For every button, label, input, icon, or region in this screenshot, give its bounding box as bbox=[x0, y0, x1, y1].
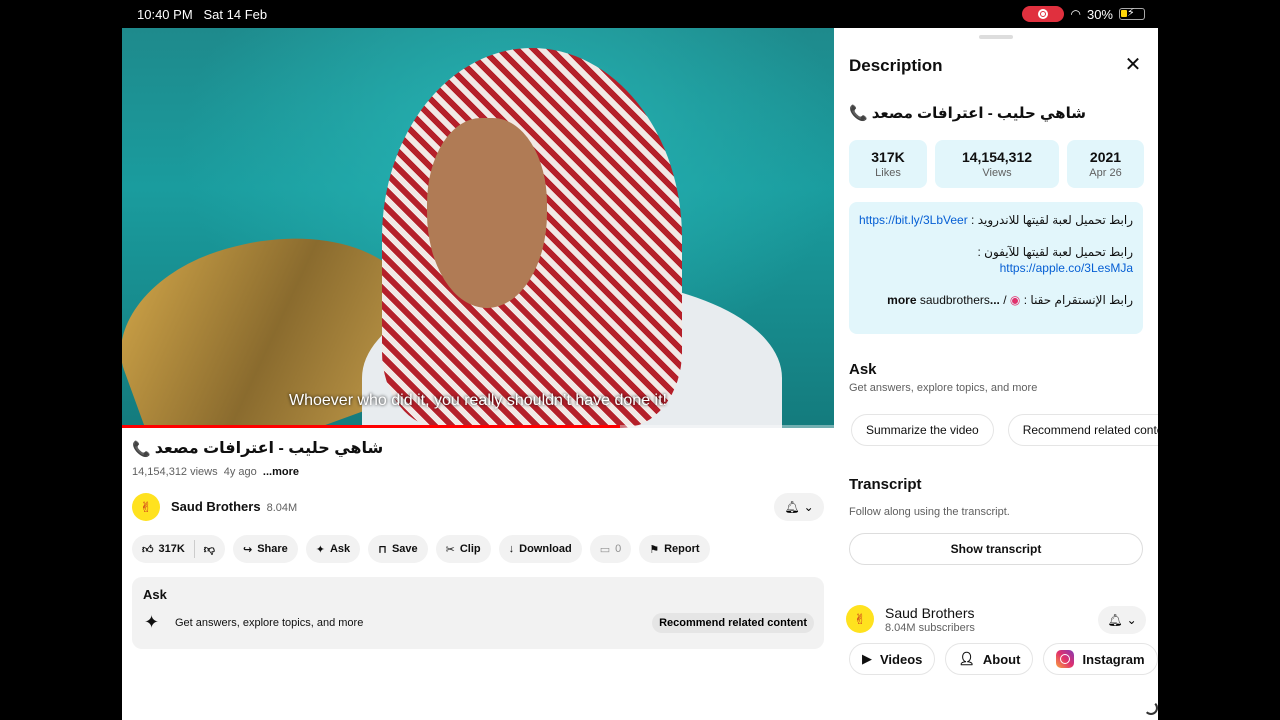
panel-notifications-button[interactable]: 🔔︎ ⌄ bbox=[1098, 606, 1146, 634]
instagram-handle[interactable]: saudbrothers bbox=[920, 293, 990, 307]
ask-card[interactable]: Ask ✦ Get answers, explore topics, and m… bbox=[132, 577, 824, 649]
video-info: 📞 شاهي حليب - اعترافات مصعد 14,154,312 v… bbox=[132, 438, 832, 478]
video-title: شاهي حليب - اعترافات مصعد bbox=[154, 440, 384, 457]
action-bar: 👍︎ 317K 👎︎ ↪ Share ✦ Ask ⊓ Save ✂ Clip ↓ Down… bbox=[132, 535, 710, 563]
stat-likes: 317K Likes bbox=[849, 140, 927, 188]
channel-avatar[interactable]: ✌ bbox=[846, 605, 874, 633]
scissors-icon: ✂ bbox=[445, 543, 455, 556]
share-icon: ↪ bbox=[242, 543, 253, 556]
panel-channel-name[interactable]: Saud Brothers bbox=[885, 605, 975, 621]
wifi-icon: ◠ bbox=[1070, 7, 1081, 21]
stat-views: 14,154,312 Views bbox=[935, 140, 1059, 188]
loading-spinner-icon bbox=[1144, 701, 1158, 715]
about-button[interactable]: 👤︎ About bbox=[945, 643, 1034, 675]
comments-button[interactable]: ▭ 0 bbox=[589, 535, 632, 563]
status-time: 10:40 PM Sat 14 Feb bbox=[137, 7, 268, 22]
channel-links: ▶ Videos 👤︎ About Instagram bbox=[849, 643, 1158, 675]
more-link[interactable]: ...more bbox=[263, 466, 299, 478]
panel-video-title: 📞 شاهي حليب - اعترافات مصعد bbox=[849, 105, 1086, 122]
like-count[interactable]: 317K bbox=[159, 543, 185, 555]
dislike-icon[interactable]: 👎︎ bbox=[204, 543, 215, 556]
panel-channel-subs: 8.04M subscribers bbox=[885, 622, 975, 634]
report-button[interactable]: ⚑ Report bbox=[639, 535, 710, 563]
instagram-button[interactable]: Instagram bbox=[1043, 643, 1158, 675]
notifications-button[interactable]: 🔔︎ ⌄ bbox=[774, 493, 824, 521]
download-icon: ↓ bbox=[508, 543, 515, 555]
ask-subtitle: Get answers, explore topics, and more bbox=[849, 382, 1038, 394]
battery-percent: 30% bbox=[1086, 6, 1113, 22]
clip-button[interactable]: ✂ Clip bbox=[435, 535, 491, 563]
person-icon: 👤︎ bbox=[958, 651, 975, 666]
videos-button[interactable]: ▶ Videos bbox=[849, 643, 936, 675]
like-dislike-group: 👍︎ 317K 👎︎ bbox=[132, 535, 225, 563]
flag-icon: ⚑ bbox=[649, 543, 660, 556]
desc-line-android: رابط تحميل لعبة لقيتها للاندرويد : https… bbox=[858, 213, 1133, 227]
android-link[interactable]: https://bit.ly/3LbVeer bbox=[859, 213, 968, 227]
panel-channel-row: ✌ Saud Brothers 8.04M subscribers 🔔︎ ⌄ bbox=[846, 605, 1146, 637]
desc-line-instagram: رابط الإنستقرام حقنا : ◉ / ...more saudb… bbox=[887, 293, 1133, 307]
ask-card-subtitle: Get answers, explore topics, and more bbox=[175, 617, 364, 629]
ask-button[interactable]: ✦ Ask bbox=[305, 535, 361, 563]
status-bar: 10:40 PM Sat 14 Feb ◠ 30% ⚡ bbox=[0, 0, 1280, 28]
bell-icon: 🔔︎ bbox=[784, 500, 800, 514]
description-panel: Description ✕ 📞 شاهي حليب - اعترافات مصع… bbox=[834, 28, 1158, 720]
share-button[interactable]: ↪ Share bbox=[232, 535, 298, 563]
channel-row: ✌ Saud Brothers 8.04M 🔔︎ ⌄ bbox=[132, 493, 824, 523]
screen-recording-icon bbox=[1022, 6, 1065, 22]
channel-name[interactable]: Saud Brothers 8.04M bbox=[171, 499, 297, 514]
battery-icon: ⚡ bbox=[1119, 7, 1145, 20]
bookmark-icon: ⊓ bbox=[378, 543, 387, 556]
stat-date: 2021 Apr 26 bbox=[1067, 140, 1144, 188]
sparkle-icon: ✦ bbox=[144, 612, 160, 632]
recommend-related-chip[interactable]: Recommend related content bbox=[652, 613, 814, 633]
comment-icon: ▭ bbox=[599, 543, 611, 556]
bell-icon: 🔔︎ bbox=[1107, 613, 1123, 627]
save-button[interactable]: ⊓ Save bbox=[368, 535, 428, 563]
youtube-app: Whoever who did it, you really shouldn’t… bbox=[122, 28, 1158, 720]
transcript-heading: Transcript bbox=[849, 476, 922, 493]
stats-row: 317K Likes 14,154,312 Views 2021 Apr 26 bbox=[849, 140, 1144, 188]
like-icon[interactable]: 👍︎ bbox=[142, 543, 154, 556]
video-subtitle: Whoever who did it, you really shouldn’t… bbox=[289, 392, 667, 409]
channel-avatar[interactable]: ✌ bbox=[132, 493, 160, 521]
transcript-subtitle: Follow along using the transcript. bbox=[849, 506, 1010, 518]
close-icon[interactable]: ✕ bbox=[1124, 55, 1142, 75]
play-icon: ▶ bbox=[862, 651, 872, 666]
status-right: ◠ 30% ⚡ bbox=[1022, 6, 1145, 22]
ask-card-title: Ask bbox=[143, 587, 167, 602]
description-text: رابط تحميل لعبة لقيتها للاندرويد : https… bbox=[849, 202, 1143, 334]
chevron-down-icon: ⌄ bbox=[803, 500, 814, 514]
ask-chips: Summarize the video Recommend related co… bbox=[851, 414, 1158, 446]
summarize-chip[interactable]: Summarize the video bbox=[851, 414, 994, 446]
panel-drag-handle[interactable] bbox=[979, 35, 1013, 39]
video-player[interactable]: Whoever who did it, you really shouldn’t… bbox=[122, 28, 834, 428]
video-progress-bar[interactable] bbox=[122, 425, 834, 428]
show-transcript-button[interactable]: Show transcript bbox=[849, 533, 1143, 565]
video-frame-face bbox=[427, 118, 547, 308]
download-button[interactable]: ↓ Download bbox=[498, 535, 582, 563]
phone-icon: 📞 bbox=[849, 105, 868, 122]
sparkle-icon: ✦ bbox=[315, 543, 325, 556]
recommend-chip[interactable]: Recommend related content bbox=[1007, 414, 1158, 446]
ask-heading: Ask bbox=[849, 361, 877, 378]
instagram-icon: ◉ bbox=[1009, 293, 1021, 307]
instagram-icon bbox=[1056, 650, 1075, 668]
panel-title: Description bbox=[849, 56, 943, 75]
desc-line-iphone: رابط تحميل لعبة لقيتها للآيفون : https:/… bbox=[977, 245, 1134, 275]
video-meta[interactable]: 14,154,312 views 4y ago ...more bbox=[132, 466, 832, 478]
chevron-down-icon: ⌄ bbox=[1126, 613, 1137, 627]
phone-icon: 📞 bbox=[132, 441, 151, 458]
iphone-link[interactable]: https://apple.co/3LesMJa bbox=[1000, 261, 1133, 275]
